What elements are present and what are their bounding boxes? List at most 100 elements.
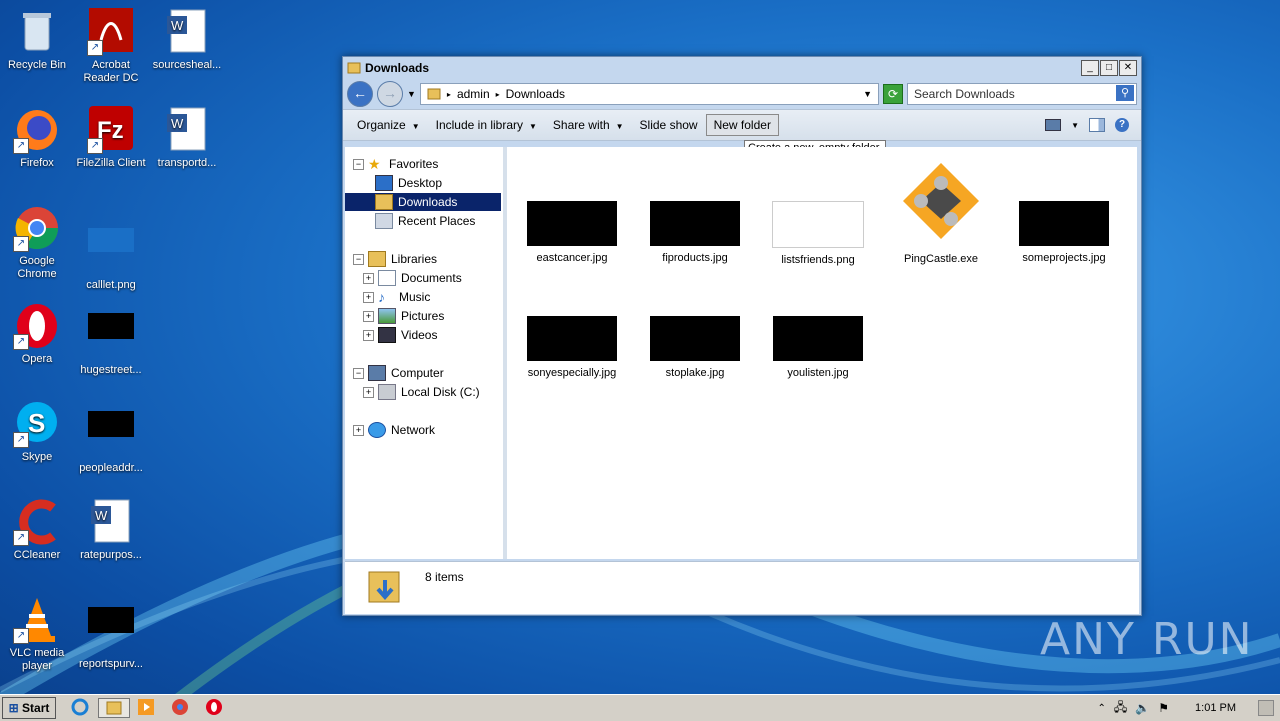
change-view-icon[interactable] [1045, 119, 1062, 131]
breadcrumb-admin[interactable]: admin [457, 87, 490, 101]
nav-libraries[interactable]: − Libraries [353, 250, 437, 268]
show-desktop-button[interactable] [1258, 700, 1274, 716]
start-button[interactable]: ⊞ Start [2, 697, 56, 719]
recent-pages-dropdown-icon[interactable]: ▼ [407, 89, 416, 99]
file-name: sonyespecially.jpg [527, 367, 617, 379]
nav-videos[interactable]: + Videos [363, 326, 437, 344]
file-item[interactable]: someprojects.jpg [1009, 201, 1119, 264]
organize-button[interactable]: Organize ▼ [349, 114, 428, 136]
media-player-icon[interactable] [136, 698, 156, 716]
nav-documents[interactable]: + Documents [363, 269, 462, 287]
file-name: listsfriends.png [781, 254, 855, 266]
shortcut-arrow-icon: ↗ [87, 138, 103, 154]
volume-icon[interactable]: 🔈 [1135, 701, 1150, 715]
desktop-icon-label: Firefox [20, 157, 54, 169]
refresh-button[interactable]: ⟳ [883, 84, 903, 104]
desktop-icon-label: hugestreet... [80, 364, 142, 376]
file-item[interactable]: eastcancer.jpg [517, 201, 627, 264]
file-item[interactable]: PingCastle.exe [886, 155, 996, 265]
share-with-button[interactable]: Share with ▼ [545, 114, 632, 136]
file-item[interactable]: youlisten.jpg [763, 316, 873, 379]
desktop-icon-calllet[interactable]: calllet.png [74, 204, 148, 292]
expand-icon[interactable]: + [363, 310, 374, 322]
internet-explorer-icon[interactable] [70, 698, 90, 716]
action-center-flag-icon[interactable]: ⚑ [1158, 701, 1169, 715]
music-note-icon: ♪ [378, 289, 385, 305]
shortcut-arrow-icon: ↗ [13, 334, 29, 350]
show-hidden-icons-icon[interactable]: ⌃ [1098, 703, 1106, 714]
desktop-icon-reportspurv[interactable]: reportspurv... [74, 596, 148, 671]
nav-recent-places[interactable]: Recent Places [375, 212, 475, 230]
file-item[interactable]: fiproducts.jpg [640, 201, 750, 264]
expand-icon[interactable]: + [363, 329, 374, 341]
breadcrumb-downloads[interactable]: Downloads [506, 87, 565, 101]
network-status-icon[interactable]: 🖧 [1114, 698, 1127, 719]
desktop-icon-recycle-bin[interactable]: Recycle Bin [0, 8, 74, 72]
breadcrumb-chevron-icon: ▸ [446, 89, 451, 99]
search-icon[interactable]: ⚲ [1116, 85, 1134, 101]
desktop-icon-opera[interactable]: ↗ Opera [0, 302, 74, 366]
address-bar[interactable]: ▸ admin ▸ Downloads ▼ [419, 83, 879, 105]
expand-icon[interactable]: + [363, 386, 374, 398]
svg-text:W: W [95, 508, 108, 523]
chrome-icon[interactable] [170, 698, 190, 716]
forward-button[interactable]: → [377, 81, 403, 107]
image-thumbnail [772, 201, 864, 248]
file-item[interactable]: sonyespecially.jpg [517, 316, 627, 379]
word-document-icon: W [163, 8, 211, 56]
file-item[interactable]: listsfriends.png [763, 201, 873, 266]
slide-show-button[interactable]: Slide show [632, 114, 706, 136]
desktop-icon-ratepurpos[interactable]: W ratepurpos... [74, 498, 148, 562]
view-options-dropdown-icon[interactable]: ▼ [1071, 121, 1079, 130]
desktop-icon-ccleaner[interactable]: ↗ CCleaner [0, 498, 74, 562]
nav-desktop[interactable]: Desktop [375, 174, 442, 192]
close-button[interactable]: ✕ [1119, 60, 1137, 76]
desktop-icon-sourcesheal[interactable]: W sourcesheal... [150, 8, 224, 72]
desktop-icon-skype[interactable]: S ↗ Skype [0, 400, 74, 464]
nav-local-disk[interactable]: + Local Disk (C:) [363, 383, 480, 401]
search-input[interactable]: Search Downloads ⚲ [907, 83, 1137, 105]
collapse-icon[interactable]: − [353, 158, 364, 170]
expand-icon[interactable]: + [363, 291, 374, 303]
back-button[interactable]: ← [347, 81, 373, 107]
desktop-icon-acrobat[interactable]: ↗ Acrobat Reader DC [74, 8, 148, 85]
explorer-window[interactable]: Downloads _ □ ✕ ← → ▼ ▸ admin ▸ Download… [342, 56, 1142, 616]
navigation-pane: − ★ Favorites Desktop Downloads Recent P… [345, 147, 507, 559]
nav-downloads[interactable]: Downloads [345, 193, 501, 211]
desktop-icon-firefox[interactable]: ↗ Firefox [0, 106, 74, 170]
minimize-button[interactable]: _ [1081, 60, 1099, 76]
desktop-icon [375, 175, 393, 191]
nav-network[interactable]: + Network [353, 421, 435, 439]
desktop-icon-peopleaddr[interactable]: peopleaddr... [74, 400, 148, 475]
desktop-icon-chrome[interactable]: ↗ Google Chrome [0, 204, 74, 281]
shortcut-arrow-icon: ↗ [13, 628, 29, 644]
expand-icon[interactable]: + [353, 424, 364, 436]
new-folder-button[interactable]: New folder [705, 114, 779, 136]
include-in-library-button[interactable]: Include in library ▼ [428, 114, 545, 136]
collapse-icon[interactable]: − [353, 367, 364, 379]
window-titlebar[interactable]: Downloads _ □ ✕ [343, 57, 1141, 79]
address-dropdown-icon[interactable]: ▼ [863, 89, 872, 99]
firefox-icon: ↗ [13, 106, 61, 154]
nav-favorites[interactable]: − ★ Favorites [353, 155, 438, 173]
desktop-icon-filezilla[interactable]: Fz ↗ FileZilla Client [74, 106, 148, 170]
desktop-icon-vlc[interactable]: ↗ VLC media player [0, 596, 74, 673]
desktop-icon-label: Skype [21, 451, 53, 463]
svg-text:S: S [28, 408, 45, 438]
file-name: fiproducts.jpg [662, 252, 728, 264]
nav-pictures[interactable]: + Pictures [363, 307, 444, 325]
clock[interactable]: 1:01 PM [1195, 702, 1236, 714]
help-icon[interactable]: ? [1115, 118, 1129, 132]
nav-music[interactable]: + ♪ Music [363, 288, 430, 306]
desktop-icon-transportd[interactable]: W transportd... [150, 106, 224, 170]
image-thumbnail [527, 316, 617, 361]
collapse-icon[interactable]: − [353, 253, 364, 265]
maximize-button[interactable]: □ [1100, 60, 1118, 76]
opera-icon[interactable] [204, 698, 224, 716]
desktop-icon-hugestreet[interactable]: hugestreet... [74, 302, 148, 377]
nav-computer[interactable]: − Computer [353, 364, 444, 382]
file-item[interactable]: stoplake.jpg [640, 316, 750, 379]
expand-icon[interactable]: + [363, 272, 374, 284]
explorer-taskbar-button[interactable] [98, 698, 130, 718]
preview-pane-icon[interactable] [1089, 118, 1105, 132]
